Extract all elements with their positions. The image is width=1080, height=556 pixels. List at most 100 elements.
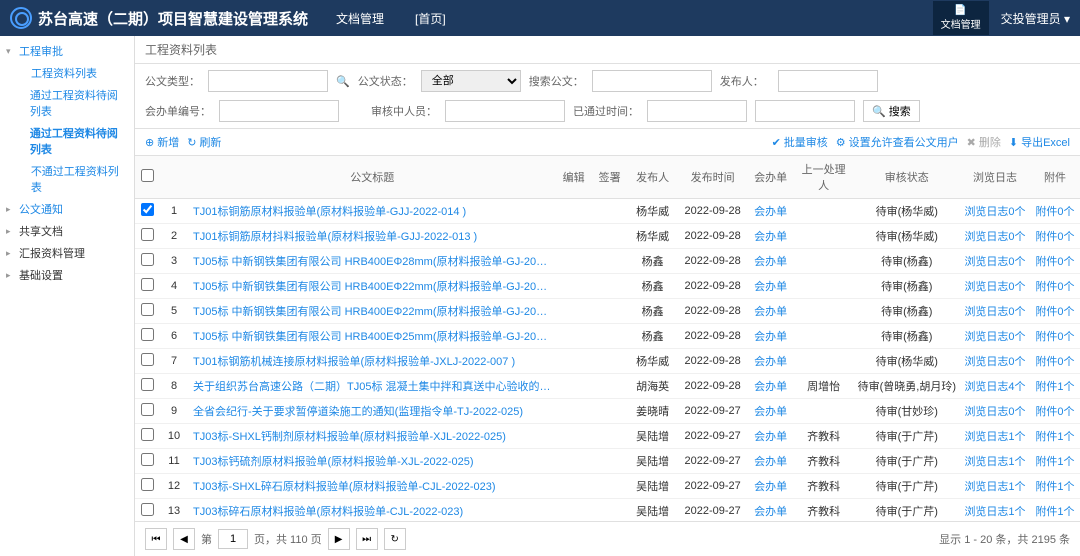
row-title[interactable]: TJ05标 中新钢铁集团有限公司 HRB400EΦ28mm(原材料报验单-GJ-… bbox=[189, 249, 556, 274]
sidebar-item-7[interactable]: ▸汇报资料管理 bbox=[0, 242, 134, 264]
row-checkbox[interactable] bbox=[141, 478, 154, 491]
row-checkbox[interactable] bbox=[141, 428, 154, 441]
row-title[interactable]: TJ01标铜筋原材料报验单(原材料报验单-GJJ-2022-014 ) bbox=[189, 199, 556, 224]
pager-prev[interactable]: ◀ bbox=[173, 528, 195, 550]
pager-next[interactable]: ▶ bbox=[328, 528, 350, 550]
row-huiban[interactable]: 会办单 bbox=[748, 424, 794, 449]
delete-button[interactable]: ✖删除 bbox=[967, 134, 1001, 150]
row-attach[interactable]: 附件1个 bbox=[1030, 374, 1080, 399]
table-row[interactable]: 3TJ05标 中新钢铁集团有限公司 HRB400EΦ28mm(原材料报验单-GJ… bbox=[135, 249, 1080, 274]
col-attach[interactable]: 附件 bbox=[1030, 156, 1080, 199]
table-row[interactable]: 9全省会纪行-关于要求暂停道染施工的通知(监理指令单-TJ-2022-025)姜… bbox=[135, 399, 1080, 424]
table-wrap[interactable]: 公文标题 编辑 签署 发布人 发布时间 会办单 上一处理人 审核状态 浏览日志 … bbox=[135, 156, 1080, 521]
row-checkbox[interactable] bbox=[141, 278, 154, 291]
row-browse[interactable]: 浏览日志0个 bbox=[960, 274, 1030, 299]
row-huiban[interactable]: 会办单 bbox=[748, 324, 794, 349]
search-button[interactable]: 🔍搜索 bbox=[863, 100, 920, 122]
row-checkbox[interactable] bbox=[141, 253, 154, 266]
batch-review-button[interactable]: ✔批量审核 bbox=[772, 134, 828, 150]
row-huiban[interactable]: 会办单 bbox=[748, 224, 794, 249]
pager-first[interactable]: ⏮ bbox=[145, 528, 167, 550]
table-row[interactable]: 5TJ05标 中新钢铁集团有限公司 HRB400EΦ22mm(原材料报验单-GJ… bbox=[135, 299, 1080, 324]
row-title[interactable]: 全省会纪行-关于要求暂停道染施工的通知(监理指令单-TJ-2022-025) bbox=[189, 399, 556, 424]
row-huiban[interactable]: 会办单 bbox=[748, 474, 794, 499]
row-browse[interactable]: 浏览日志0个 bbox=[960, 249, 1030, 274]
col-sign[interactable]: 签署 bbox=[592, 156, 628, 199]
tab-doc-mgmt[interactable]: 文档管理 bbox=[328, 6, 392, 31]
input-passed-from[interactable] bbox=[647, 100, 747, 122]
row-attach[interactable]: 附件0个 bbox=[1030, 399, 1080, 424]
user-menu[interactable]: 交投管理员 ▾ bbox=[1001, 10, 1070, 27]
row-browse[interactable]: 浏览日志0个 bbox=[960, 324, 1030, 349]
row-huiban[interactable]: 会办单 bbox=[748, 199, 794, 224]
col-browse[interactable]: 浏览日志 bbox=[960, 156, 1030, 199]
row-checkbox[interactable] bbox=[141, 503, 154, 516]
col-publisher[interactable]: 发布人 bbox=[628, 156, 678, 199]
table-row[interactable]: 1TJ01标铜筋原材料报验单(原材料报验单-GJJ-2022-014 )杨华威2… bbox=[135, 199, 1080, 224]
table-row[interactable]: 7TJ01标钢筋机械连接原材料报验单(原材料报验单-JXLJ-2022-007 … bbox=[135, 349, 1080, 374]
row-attach[interactable]: 附件0个 bbox=[1030, 199, 1080, 224]
pager-refresh[interactable]: ↻ bbox=[384, 528, 406, 550]
row-checkbox[interactable] bbox=[141, 203, 154, 216]
input-huiban[interactable] bbox=[219, 100, 339, 122]
table-row[interactable]: 6TJ05标 中新钢铁集团有限公司 HRB400EΦ25mm(原材料报验单-GJ… bbox=[135, 324, 1080, 349]
row-huiban[interactable]: 会办单 bbox=[748, 299, 794, 324]
select-all-checkbox[interactable] bbox=[141, 169, 154, 182]
row-title[interactable]: 关于组织苏台高速公路（二期）TJ05标 混凝土集中拌和真送中心验收的邀请函(会议… bbox=[189, 374, 556, 399]
sidebar-item-2[interactable]: 通过工程资料待阅列表 bbox=[0, 84, 134, 122]
row-title[interactable]: TJ01标铜筋原材抖料报验单(原材料报验单-GJJ-2022-013 ) bbox=[189, 224, 556, 249]
row-checkbox[interactable] bbox=[141, 403, 154, 416]
col-next[interactable]: 上一处理人 bbox=[794, 156, 854, 199]
row-checkbox[interactable] bbox=[141, 353, 154, 366]
row-browse[interactable]: 浏览日志4个 bbox=[960, 374, 1030, 399]
col-title[interactable]: 公文标题 bbox=[189, 156, 556, 199]
input-publisher[interactable] bbox=[778, 70, 878, 92]
table-row[interactable]: 2TJ01标铜筋原材抖料报验单(原材料报验单-GJJ-2022-013 )杨华威… bbox=[135, 224, 1080, 249]
row-browse[interactable]: 浏览日志1个 bbox=[960, 474, 1030, 499]
pager-last[interactable]: ⏭ bbox=[356, 528, 378, 550]
sidebar-item-8[interactable]: ▸基础设置 bbox=[0, 264, 134, 286]
row-browse[interactable]: 浏览日志0个 bbox=[960, 399, 1030, 424]
input-passed-to[interactable] bbox=[755, 100, 855, 122]
row-checkbox[interactable] bbox=[141, 378, 154, 391]
table-row[interactable]: 11TJ03标钙硫剂原材料报验单(原材料报验单-XJL-2022-025)吴陆增… bbox=[135, 449, 1080, 474]
row-attach[interactable]: 附件0个 bbox=[1030, 349, 1080, 374]
row-checkbox[interactable] bbox=[141, 228, 154, 241]
refresh-button[interactable]: ↻刷新 bbox=[187, 134, 221, 150]
set-cols-button[interactable]: ⚙设置允许查看公文用户 bbox=[836, 134, 959, 150]
sidebar-item-4[interactable]: 不通过工程资料列表 bbox=[0, 160, 134, 198]
row-title[interactable]: TJ01标钢筋机械连接原材料报验单(原材料报验单-JXLJ-2022-007 ) bbox=[189, 349, 556, 374]
row-huiban[interactable]: 会办单 bbox=[748, 499, 794, 522]
col-edit[interactable]: 编辑 bbox=[556, 156, 592, 199]
row-browse[interactable]: 浏览日志1个 bbox=[960, 424, 1030, 449]
row-title[interactable]: TJ05标 中新钢铁集团有限公司 HRB400EΦ25mm(原材料报验单-GJ-… bbox=[189, 324, 556, 349]
sidebar-item-6[interactable]: ▸共享文档 bbox=[0, 220, 134, 242]
sidebar-item-3[interactable]: 通过工程资料待阅列表 bbox=[0, 122, 134, 160]
table-row[interactable]: 13TJ03标碎石原材料报验单(原材料报验单-CJL-2022-023)吴陆增2… bbox=[135, 499, 1080, 522]
row-huiban[interactable]: 会办单 bbox=[748, 449, 794, 474]
row-title[interactable]: TJ05标 中新钢铁集团有限公司 HRB400EΦ22mm(原材料报验单-GJ-… bbox=[189, 299, 556, 324]
row-huiban[interactable]: 会办单 bbox=[748, 274, 794, 299]
input-search[interactable] bbox=[592, 70, 712, 92]
row-attach[interactable]: 附件1个 bbox=[1030, 499, 1080, 522]
row-huiban[interactable]: 会办单 bbox=[748, 249, 794, 274]
row-title[interactable]: TJ05标 中新钢铁集团有限公司 HRB400EΦ22mm(原材料报验单-GJ-… bbox=[189, 274, 556, 299]
row-attach[interactable]: 附件0个 bbox=[1030, 224, 1080, 249]
col-review[interactable]: 审核状态 bbox=[854, 156, 960, 199]
col-huiban[interactable]: 会办单 bbox=[748, 156, 794, 199]
sidebar-item-5[interactable]: ▸公文通知 bbox=[0, 198, 134, 220]
row-browse[interactable]: 浏览日志1个 bbox=[960, 449, 1030, 474]
tab-home[interactable]: [首页] bbox=[407, 6, 454, 31]
row-title[interactable]: TJ03标钙硫剂原材料报验单(原材料报验单-XJL-2022-025) bbox=[189, 449, 556, 474]
search-icon-type[interactable]: 🔍 bbox=[336, 75, 350, 88]
row-checkbox[interactable] bbox=[141, 303, 154, 316]
select-status[interactable]: 全部 bbox=[421, 70, 521, 92]
row-checkbox[interactable] bbox=[141, 453, 154, 466]
export-button[interactable]: ⬇导出Excel bbox=[1009, 134, 1070, 150]
row-huiban[interactable]: 会办单 bbox=[748, 399, 794, 424]
row-browse[interactable]: 浏览日志1个 bbox=[960, 499, 1030, 522]
row-attach[interactable]: 附件0个 bbox=[1030, 249, 1080, 274]
row-browse[interactable]: 浏览日志0个 bbox=[960, 199, 1030, 224]
row-attach[interactable]: 附件0个 bbox=[1030, 299, 1080, 324]
row-browse[interactable]: 浏览日志0个 bbox=[960, 224, 1030, 249]
